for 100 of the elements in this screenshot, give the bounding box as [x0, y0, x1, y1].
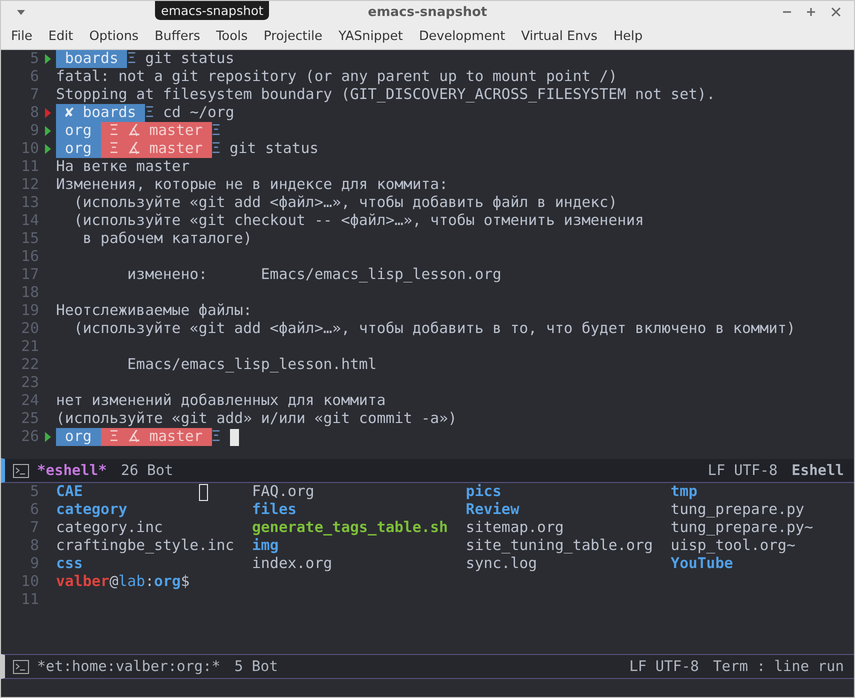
command-text: cd ~/org — [162, 104, 234, 122]
tooltip: emacs-snapshot — [155, 1, 270, 20]
prompt-separator: Ξ — [145, 104, 154, 122]
window-title: emacs-snapshot — [368, 4, 488, 20]
line-number: 9 — [29, 122, 39, 140]
line-number: 6 — [29, 501, 39, 519]
menu-item[interactable]: Tools — [208, 28, 256, 44]
line-number: 10 — [20, 140, 39, 158]
menu-item[interactable]: Development — [410, 28, 514, 44]
line-number: 24 — [20, 392, 39, 410]
window-menu-icon[interactable] — [16, 7, 26, 17]
file-name: tung_prepare.py — [670, 501, 806, 519]
output-text: (используйте «git add <файл>…», чтобы добавить в то, что будет включено в коммит) — [72, 320, 796, 338]
file-name: uisp_tool.org~ — [670, 537, 796, 555]
file-name: craftingbe_style.inc — [56, 537, 236, 555]
terminal-icon — [13, 660, 29, 674]
directory-segment: ✘ boards — [56, 104, 146, 122]
menu-item[interactable]: Buffers — [146, 28, 208, 44]
prompt-text: : — [145, 573, 154, 590]
line-number: 13 — [20, 194, 39, 212]
menu-item[interactable]: Virtual Envs — [513, 28, 606, 44]
line-number: 8 — [29, 104, 39, 122]
line-number: 17 — [20, 266, 39, 284]
directory-name: img — [252, 537, 280, 555]
encoding-text: LF UTF-8 — [708, 462, 778, 478]
line-number: 8 — [29, 537, 39, 555]
directory-name: css — [56, 555, 84, 573]
line-number: 16 — [20, 248, 39, 266]
file-name: category.inc — [56, 519, 164, 537]
file-name: FAQ.org — [252, 483, 316, 501]
file-name: index.org — [252, 555, 334, 573]
prompt-text: @ — [109, 573, 118, 590]
prompt-text: org — [154, 573, 181, 590]
line-number: 23 — [20, 374, 39, 392]
line-number: 25 — [20, 410, 39, 428]
line-number: 10 — [20, 573, 39, 591]
menu-item[interactable]: Options — [81, 28, 147, 44]
line-number: 5 — [29, 483, 39, 501]
line-number: 11 — [20, 158, 39, 176]
directory-name: Review — [466, 501, 520, 519]
line-number: 22 — [20, 356, 39, 374]
command-text: git status — [144, 50, 234, 68]
directory-name: category — [56, 501, 128, 519]
directory-name: YouTube — [670, 555, 734, 573]
directory-segment: org — [56, 122, 101, 140]
executable-name: generate_tags_table.sh — [252, 519, 449, 537]
output-text: (используйте «git add <файл>…», чтобы добавить файл в индекс) — [72, 194, 618, 212]
directory-name: files — [252, 501, 298, 519]
buffer-position: 5 Bot — [234, 658, 278, 674]
buffer-name: *et:home:valber:org:* — [37, 658, 220, 674]
output-text: нет изменений добавленных для коммита — [56, 392, 386, 410]
major-mode: Eshell — [792, 462, 844, 478]
line-number: 5 — [29, 50, 39, 68]
directory-segment: boards — [56, 50, 128, 68]
line-number: 7 — [29, 519, 39, 537]
buffer-position: 26 Bot — [120, 462, 174, 478]
prompt-separator: Ξ — [212, 140, 221, 158]
menu-item[interactable]: Help — [605, 28, 651, 44]
line-number: 7 — [29, 86, 39, 104]
encoding-text: LF UTF-8 — [629, 658, 700, 674]
output-text: (используйте «git checkout -- <файл>…», чтобы отменить изменения — [72, 212, 644, 230]
line-number: 6 — [29, 68, 39, 86]
directory-segment: org — [56, 140, 101, 158]
line-number: 15 — [20, 230, 39, 248]
menu-item[interactable]: YASnippet — [330, 28, 411, 44]
file-name: tung_prepare.py~ — [670, 519, 814, 537]
line-number: 18 — [20, 284, 39, 302]
prompt-separator: Ξ — [212, 122, 221, 140]
file-name: sync.log — [466, 555, 538, 573]
line-number: 21 — [20, 338, 39, 356]
directory-segment: org — [56, 428, 101, 446]
output-text: Неотслеживаемые файлы: — [56, 302, 252, 320]
prompt-text: $ — [180, 573, 190, 590]
prompt-text: valber — [56, 573, 110, 590]
file-name: sitemap.org — [466, 519, 565, 537]
menu-item[interactable]: Edit — [40, 28, 82, 44]
major-mode: Term : line run — [713, 658, 844, 674]
branch-segment: Ξ ∡ master — [100, 428, 212, 446]
output-text: (используйте «git add» и/или «git commit -a») — [56, 410, 457, 428]
line-number: 20 — [20, 320, 39, 338]
line-number: 14 — [20, 212, 39, 230]
branch-segment: Ξ ∡ master — [100, 140, 212, 158]
prompt-separator: Ξ — [127, 50, 136, 68]
file-name: site_tuning_table.org — [466, 537, 654, 555]
terminal-icon — [13, 464, 29, 478]
menu-item[interactable]: Projectile — [256, 28, 330, 44]
output-text: Изменения, которые не в индексе для коммита: — [56, 176, 448, 194]
directory-name: pics — [466, 483, 502, 501]
maximize-icon[interactable] — [806, 7, 816, 17]
directory-name: tmp — [670, 483, 698, 501]
line-number: 26 — [20, 428, 39, 446]
menu-item[interactable]: File — [3, 28, 40, 44]
line-number: 19 — [20, 302, 39, 320]
prompt-separator: Ξ — [212, 428, 221, 446]
line-number: 9 — [29, 555, 39, 573]
close-icon[interactable] — [831, 7, 841, 17]
command-text: git status — [228, 140, 319, 158]
line-number: 11 — [20, 591, 39, 609]
output-text: изменено: Emacs/emacs_lisp_lesson.org — [126, 266, 502, 284]
prompt-text: lab — [118, 573, 146, 590]
